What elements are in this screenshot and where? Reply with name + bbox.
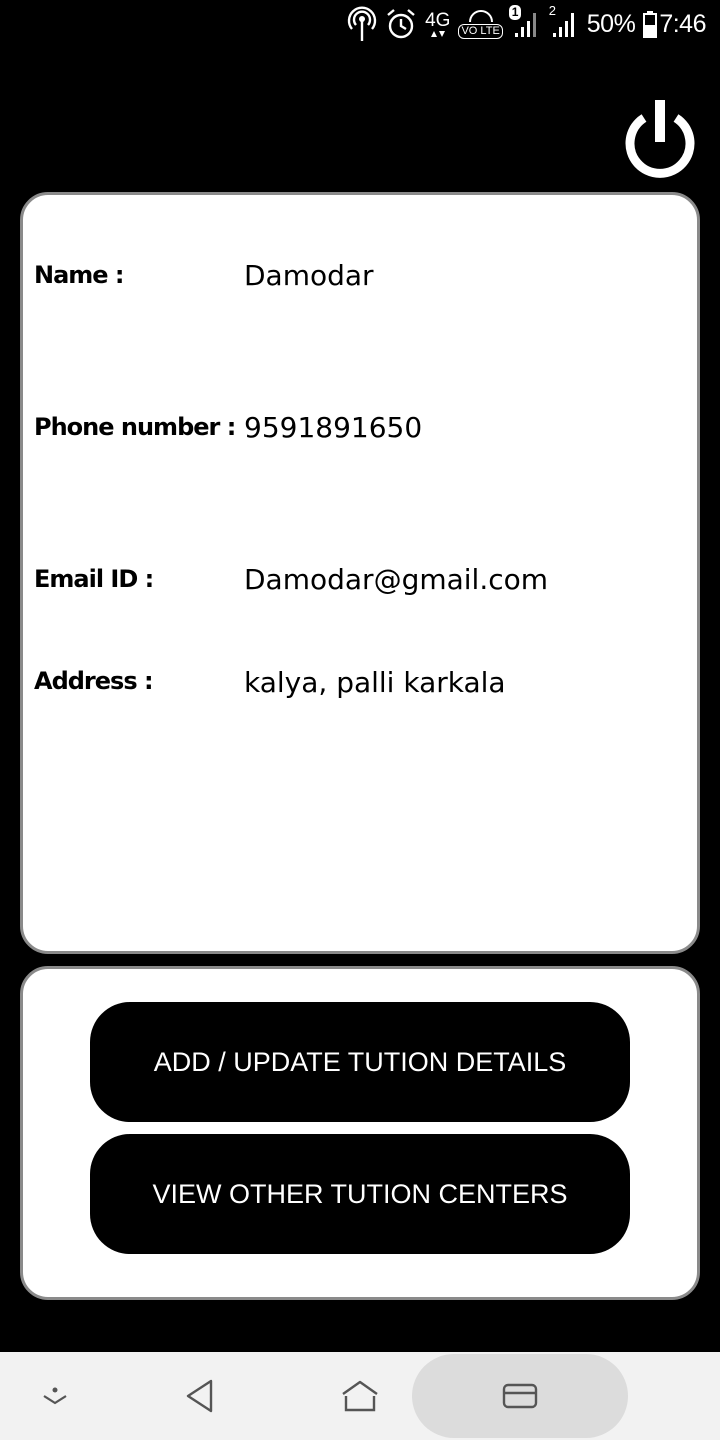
signal-sim2-icon: 2	[549, 3, 579, 39]
volte-badge: VO LTE	[458, 9, 503, 39]
view-other-tution-centers-button[interactable]: VIEW OTHER TUTION CENTERS	[90, 1134, 630, 1254]
network-label: 4G	[425, 9, 451, 31]
clock: 7:46	[659, 9, 706, 38]
recents-icon	[502, 1383, 538, 1409]
sim2-label: 2	[548, 3, 557, 18]
phone-value: 9591891650	[244, 411, 423, 444]
address-label: Address :	[34, 667, 154, 695]
battery-percent: 50%	[586, 9, 636, 38]
address-value: kalya, palli karkala	[244, 666, 506, 699]
add-update-tution-button[interactable]: ADD / UPDATE TUTION DETAILS	[90, 1002, 630, 1122]
profile-card: Name : Damodar Phone number : 9591891650…	[20, 192, 700, 954]
name-value: Damodar	[244, 259, 374, 292]
battery-icon	[643, 10, 658, 38]
alarm-icon	[385, 7, 417, 41]
actions-card: ADD / UPDATE TUTION DETAILS VIEW OTHER T…	[20, 966, 700, 1300]
nav-recents-button[interactable]	[465, 1352, 575, 1440]
name-label: Name :	[34, 261, 125, 289]
power-icon	[625, 100, 695, 178]
hotspot-icon	[347, 6, 377, 42]
network-type: 4G	[425, 11, 450, 38]
logout-button[interactable]	[620, 96, 700, 184]
nav-home-button[interactable]	[305, 1352, 415, 1440]
volte-label: VO LTE	[458, 23, 503, 39]
status-bar: 4G VO LTE 1 2 50% 7:46	[0, 0, 720, 48]
chevron-down-icon	[43, 1387, 67, 1405]
nav-back-button[interactable]	[146, 1352, 256, 1440]
sim1-badge: 1	[508, 5, 522, 20]
signal-sim1-icon: 1	[508, 5, 541, 39]
back-icon	[186, 1379, 213, 1413]
navigation-bar	[0, 1352, 720, 1440]
email-value: Damodar@gmail.com	[244, 563, 549, 596]
nav-hide-button[interactable]	[0, 1352, 110, 1440]
email-label: Email ID :	[34, 565, 154, 593]
phone-label: Phone number :	[34, 413, 236, 441]
home-icon	[342, 1380, 378, 1412]
